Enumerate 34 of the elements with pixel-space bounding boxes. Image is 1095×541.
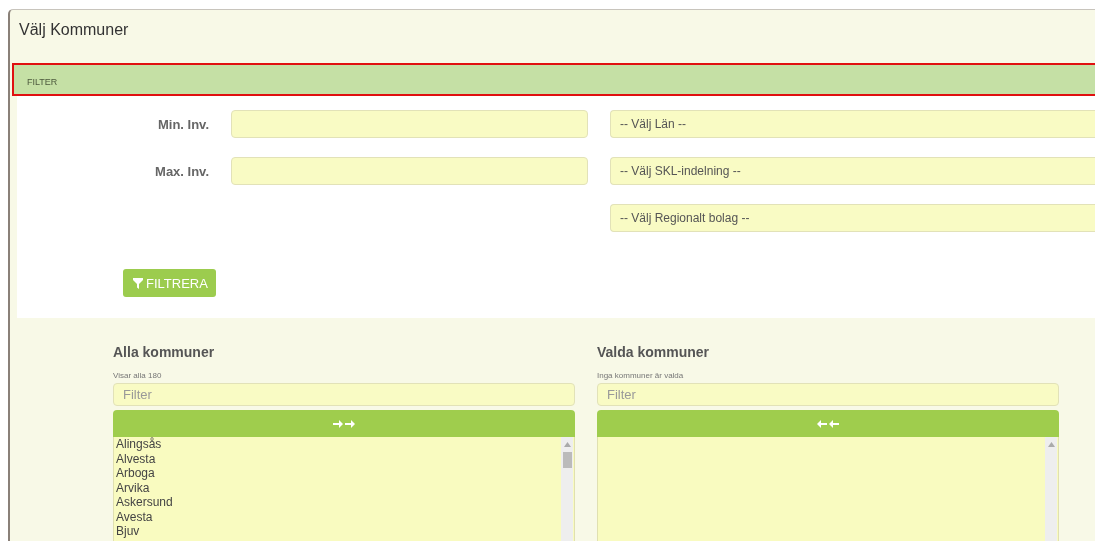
double-arrow-left-icon	[817, 418, 839, 429]
move-right-button[interactable]	[113, 410, 575, 437]
dropdown[interactable]: -- Välj SKL-indelning --	[610, 157, 1095, 185]
field-label: Min. Inv.	[157, 116, 209, 132]
input-field[interactable]	[231, 157, 588, 185]
list-box[interactable]	[597, 437, 1059, 541]
filter-field[interactable]: Filter	[113, 383, 575, 406]
list-item[interactable]: Alvesta	[116, 451, 561, 466]
list-item[interactable]: Arboga	[116, 466, 561, 481]
list-heading: Alla kommuner	[113, 344, 216, 360]
list-status: Visar alla 180	[113, 371, 163, 382]
window-title: Välj Kommuner	[18, 20, 130, 40]
scrollbar[interactable]	[561, 437, 573, 541]
input-field[interactable]	[231, 110, 588, 138]
list-box[interactable]: Alingsås Alvesta Arboga Arvika Askersund Avesta Bjuv	[113, 437, 575, 541]
scroll-up-icon	[1047, 442, 1055, 447]
list-item[interactable]: Arvika	[116, 480, 561, 495]
filter-field[interactable]: Filter	[597, 383, 1059, 406]
list-item[interactable]: Askersund	[116, 495, 561, 510]
field-label: Max. Inv.	[155, 163, 209, 179]
list-heading: Valda kommuner	[597, 344, 711, 360]
scroll-up-icon	[563, 442, 571, 447]
funnel-icon	[133, 277, 143, 289]
double-arrow-right-icon	[333, 418, 355, 429]
list-item[interactable]: Alingsås	[116, 437, 561, 452]
filter-bar[interactable]: FILTER	[12, 63, 1095, 96]
scrollbar[interactable]	[1045, 437, 1057, 541]
list-item[interactable]: Bjuv	[116, 524, 561, 539]
dropdown[interactable]: -- Välj Län --	[610, 110, 1095, 138]
scroll-thumb[interactable]	[562, 452, 572, 468]
move-left-button[interactable]	[597, 410, 1059, 437]
dropdown[interactable]: -- Välj Regionalt bolag --	[610, 204, 1095, 232]
list-item[interactable]: Avesta	[116, 509, 561, 524]
list-status: Inga kommuner är valda	[597, 371, 685, 382]
